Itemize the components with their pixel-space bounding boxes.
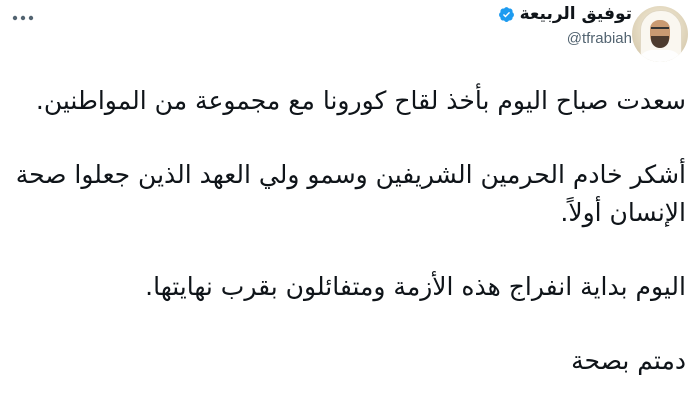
tweet-paragraph: دمتم بصحة — [571, 346, 686, 375]
avatar-thobe — [638, 50, 682, 62]
avatar-glasses — [651, 27, 669, 33]
more-options-button[interactable] — [10, 8, 36, 28]
avatar[interactable] — [632, 6, 688, 62]
tweet-paragraph: أشكر خادم الحرمين الشريفين وسمو ولي العه… — [7, 160, 686, 227]
display-name[interactable]: توفيق الربيعة — [520, 4, 632, 24]
display-name-row: توفيق الربيعة — [498, 4, 632, 24]
tweet-card: توفيق الربيعة @tfrabiah سعدت صباح اليوم … — [0, 0, 700, 411]
author-handle[interactable]: @tfrabiah — [498, 30, 632, 47]
more-horizontal-icon — [12, 15, 34, 21]
tweet-paragraph: اليوم بداية انفراج هذه الأزمة ومتفائلون … — [145, 272, 686, 301]
verified-badge-icon — [498, 6, 514, 22]
tweet-text: سعدت صباح اليوم بأخذ لقاح كورونا مع مجمو… — [10, 82, 686, 380]
tweet-paragraph: سعدت صباح اليوم بأخذ لقاح كورونا مع مجمو… — [35, 86, 686, 115]
author-info: توفيق الربيعة @tfrabiah — [498, 4, 632, 47]
